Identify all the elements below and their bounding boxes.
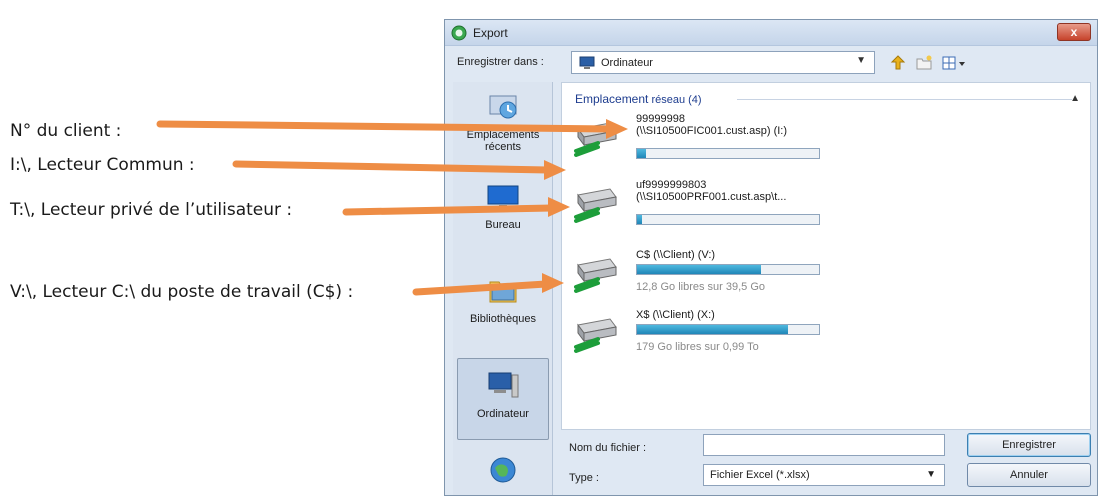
drive-x-free-space: 179 Go libres sur 0,99 To — [636, 341, 759, 353]
view-menu-icon[interactable] — [941, 54, 969, 72]
place-computer-label: Ordinateur — [477, 408, 529, 420]
drive-i-usage-fill — [637, 149, 647, 158]
drive-t-path: (\\SI10500PRF001.cust.asp\t... — [636, 191, 787, 203]
group-header-part1: Emplacement — [575, 92, 649, 106]
drive-item-i[interactable]: 99999998 (\\SI10500FIC001.cust.asp) (I:) — [572, 113, 832, 173]
computer-small-icon — [579, 56, 595, 69]
filename-input[interactable] — [703, 434, 945, 456]
place-desktop[interactable]: Bureau — [457, 180, 549, 231]
export-app-icon — [451, 25, 467, 40]
libraries-icon — [489, 281, 517, 303]
network-group-header[interactable]: Emplacement réseau (4) — [575, 92, 702, 106]
drive-i-path: (\\SI10500FIC001.cust.asp) (I:) — [636, 125, 788, 137]
computer-icon — [488, 372, 519, 398]
save-button[interactable]: Enregistrer — [967, 433, 1091, 457]
place-recent[interactable]: Emplacements récents — [457, 90, 549, 153]
export-dialog: Export x Enregistrer dans : Ordinateur ▼ — [444, 19, 1098, 496]
place-network[interactable] — [457, 454, 549, 493]
network-drive-icon — [574, 318, 617, 353]
network-drive-icon — [574, 188, 617, 223]
save-in-label: Enregistrer dans : — [457, 56, 544, 68]
chevron-down-icon: ▼ — [856, 55, 866, 66]
desktop-icon — [487, 185, 519, 208]
places-bar: Emplacements récents Bureau Bibliothèque… — [453, 82, 553, 495]
network-drive-icon — [574, 258, 617, 293]
dialog-title: Export — [473, 25, 508, 40]
collapse-icon[interactable]: ▲ — [1070, 93, 1080, 104]
annotation-drive-t: T:\, Lecteur privé de l’utilisateur : — [10, 200, 293, 220]
drive-item-t[interactable]: uf9999999803 (\\SI10500PRF001.cust.asp\t… — [572, 179, 832, 239]
place-computer[interactable]: Ordinateur — [457, 358, 549, 440]
drive-x-usage-bar — [636, 324, 820, 335]
place-libraries[interactable]: Bibliothèques — [457, 274, 549, 325]
drive-item-x[interactable]: X$ (\\Client) (X:) 179 Go libres sur 0,9… — [572, 309, 832, 369]
drive-v-usage-fill — [637, 265, 761, 274]
drive-t-name: uf9999999803 — [636, 179, 707, 191]
toolbar: Enregistrer dans : Ordinateur ▼ — [445, 47, 1097, 79]
chevron-down-icon: ▼ — [926, 469, 936, 480]
place-recent-label-2: récents — [484, 141, 522, 153]
drive-x-usage-fill — [637, 325, 789, 334]
drive-i-name: 99999998 — [636, 113, 685, 125]
new-folder-icon[interactable] — [915, 54, 933, 72]
drive-v-free-space: 12,8 Go libres sur 39,5 Go — [636, 281, 766, 293]
drive-v-usage-bar — [636, 264, 820, 275]
file-type-value: Fichier Excel (*.xlsx) — [710, 469, 810, 481]
place-libraries-label: Bibliothèques — [469, 313, 537, 325]
file-type-dropdown[interactable]: Fichier Excel (*.xlsx) ▼ — [703, 464, 945, 486]
drive-t-usage-bar — [636, 214, 820, 225]
up-folder-icon[interactable] — [889, 54, 907, 72]
close-button[interactable]: x — [1057, 23, 1091, 41]
recent-places-icon — [489, 95, 517, 119]
drive-t-usage-fill — [637, 215, 643, 224]
drive-i-usage-bar — [636, 148, 820, 159]
annotation-drive-i: I:\, Lecteur Commun : — [10, 155, 195, 175]
location-value: Ordinateur — [601, 56, 653, 69]
network-icon — [490, 457, 516, 483]
place-recent-label: Emplacements — [466, 129, 540, 141]
group-header-part2: réseau (4) — [651, 94, 702, 106]
drive-v-name: C$ (\\Client) (V:) — [636, 249, 716, 261]
drive-x-name: X$ (\\Client) (X:) — [636, 309, 715, 321]
cancel-button[interactable]: Annuler — [967, 463, 1091, 487]
title-bar: Export x — [445, 20, 1097, 46]
filename-label: Nom du fichier : — [569, 442, 647, 454]
location-dropdown[interactable]: Ordinateur ▼ — [571, 51, 875, 74]
file-list[interactable]: Emplacement réseau (4) ▲ 99999998 (\\SI1… — [561, 82, 1091, 430]
annotation-drive-v: V:\, Lecteur C:\ du poste de travail (C$… — [10, 282, 354, 302]
type-label: Type : — [569, 472, 599, 484]
annotation-client-number: N° du client : — [10, 121, 122, 141]
network-drive-icon — [574, 122, 617, 157]
drive-item-v[interactable]: C$ (\\Client) (V:) 12,8 Go libres sur 39… — [572, 249, 832, 309]
group-divider — [737, 99, 1072, 100]
place-desktop-label: Bureau — [485, 219, 521, 231]
